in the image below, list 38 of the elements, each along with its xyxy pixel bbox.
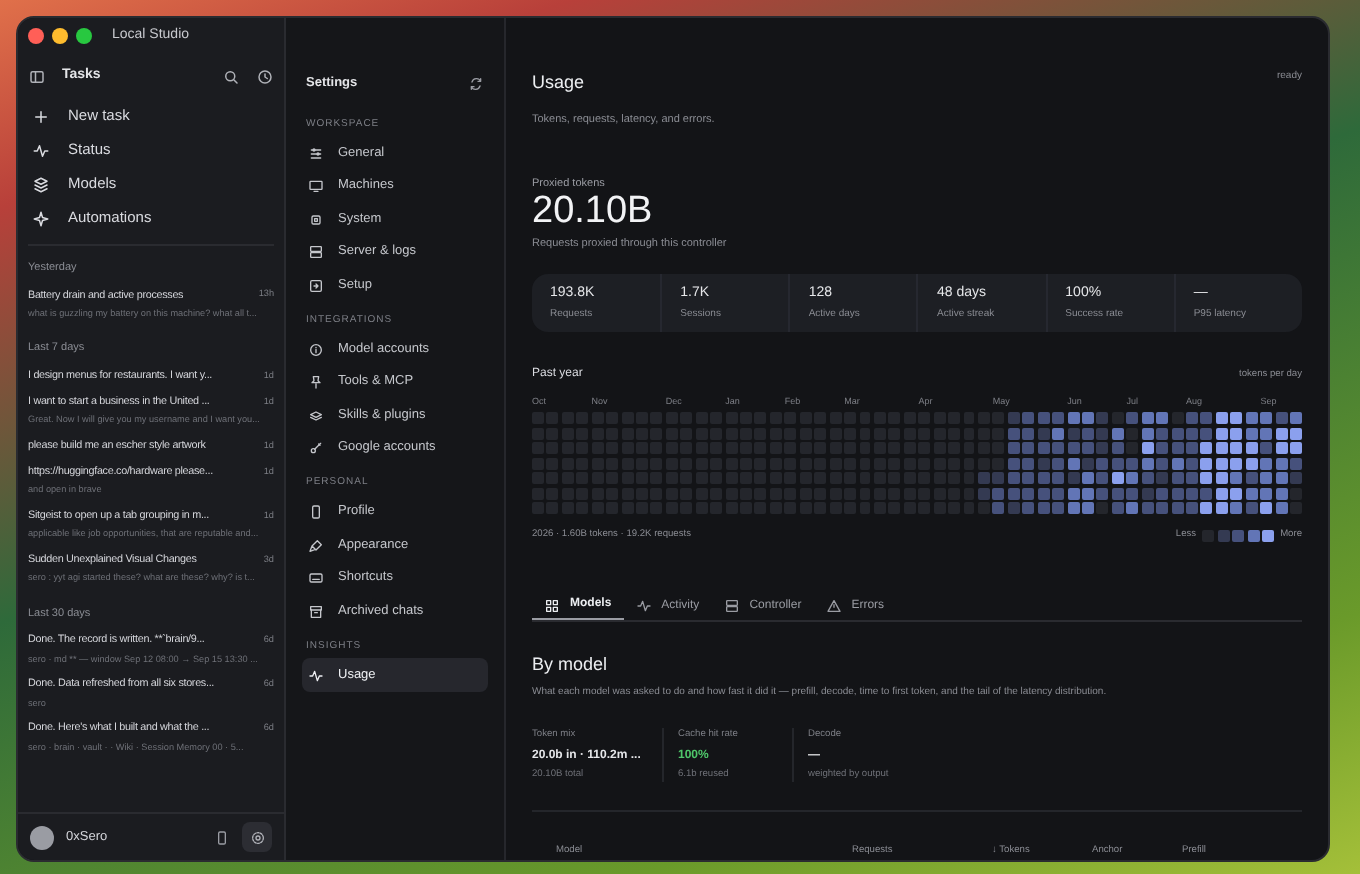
pulse-icon <box>635 598 652 615</box>
phone-icon <box>214 829 230 845</box>
phone-button[interactable] <box>214 829 230 845</box>
sparkle-icon <box>32 209 50 227</box>
warning-icon <box>825 598 842 615</box>
archive-icon <box>308 603 324 619</box>
avatar <box>30 825 54 849</box>
pin-icon <box>308 374 324 390</box>
search-icon <box>222 67 240 85</box>
zoom-button[interactable] <box>76 28 92 44</box>
settings-button[interactable] <box>242 822 272 852</box>
plus-icon <box>32 107 50 125</box>
chip-icon <box>308 211 324 227</box>
server-icon <box>723 598 740 615</box>
legend-scale <box>1202 529 1275 542</box>
server-icon <box>308 244 324 260</box>
layers-icon <box>32 175 50 193</box>
keyboard-icon <box>308 570 324 586</box>
pulse-icon <box>32 141 50 159</box>
key-icon <box>308 440 324 456</box>
settings-icon <box>249 829 265 845</box>
close-button[interactable] <box>28 28 44 44</box>
terminal-icon <box>308 277 324 293</box>
section-title: By model <box>532 652 610 679</box>
brush-icon <box>308 537 324 553</box>
layers-icon <box>308 407 324 423</box>
clock-icon <box>256 67 274 85</box>
sliders-icon <box>308 145 324 161</box>
sidebar-toggle-icon <box>28 67 46 85</box>
metric-value: 20.10B <box>532 192 655 232</box>
monitor-icon <box>308 178 324 194</box>
phone-icon <box>308 504 324 520</box>
minimize-button[interactable] <box>52 28 68 44</box>
refresh-icon <box>468 75 484 92</box>
info-icon <box>308 341 324 357</box>
grid-icon <box>544 597 560 614</box>
pulse-icon <box>308 667 324 683</box>
page-title: Usage <box>532 70 587 96</box>
